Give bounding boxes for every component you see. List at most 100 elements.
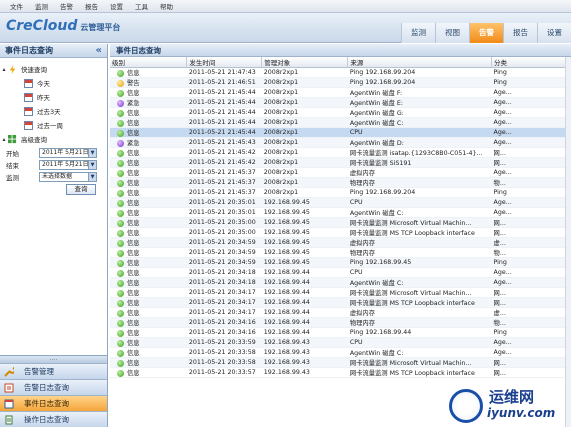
status-dot-icon (117, 369, 124, 377)
table-row[interactable]: 信息 2011-05-21 20:34:59 192.168.99.45 虚拟内存 虚.… (110, 237, 571, 248)
query-button[interactable]: 查询 (66, 184, 96, 195)
table-row[interactable]: 信息 2011-05-21 21:45:37 2008r2xp1 Ping 192.1… (110, 187, 571, 198)
cell-source: 网卡流量监测 Microsoft Virtual Machin... (347, 217, 492, 228)
menu-file[interactable]: 文件 (4, 1, 29, 11)
table-row[interactable]: 信息 2011-05-21 20:34:59 192.168.99.45 Ping 1… (110, 257, 571, 268)
tree-node-advanced[interactable]: ▴ 高级查询 (0, 132, 107, 146)
cell-source: 物理内存 (347, 317, 492, 328)
menu-report[interactable]: 报告 (79, 1, 104, 11)
table-row[interactable]: 警告 2011-05-21 21:46:51 2008r2xp1 Ping 192.1… (110, 77, 571, 88)
cell-category: 物... (491, 317, 571, 328)
cell-level: 信息 (110, 157, 187, 168)
table-row[interactable]: 信息 2011-05-21 20:35:01 192.168.99.45 CPU Age… (110, 197, 571, 208)
table-row[interactable]: 信息 2011-05-21 21:47:43 2008r2xp1 Ping 192.1… (110, 67, 571, 78)
menu-monitor[interactable]: 监测 (29, 1, 54, 11)
table-row[interactable]: 信息 2011-05-21 21:45:42 2008r2xp1 网卡流量监测 isa… (110, 147, 571, 158)
nav-tab-settings[interactable]: 设置 (537, 23, 571, 43)
tree-item-last-week[interactable]: 过去一周 (0, 118, 107, 132)
cell-level: 信息 (110, 347, 187, 358)
dropdown-arrow-icon[interactable]: ▼ (88, 172, 96, 181)
table-row[interactable]: 信息 2011-05-21 21:45:44 2008r2xp1 AgentWin 磁… (110, 117, 571, 128)
dropdown-arrow-icon[interactable]: ▼ (88, 148, 96, 157)
cell-time: 2011-05-21 21:45:43 (186, 137, 262, 148)
table-row[interactable]: 信息 2011-05-21 21:45:44 2008r2xp1 AgentWin 磁… (110, 107, 571, 118)
cell-source: 网卡流量监测 isatap.{1293C8B0-C051-4}... (347, 147, 492, 158)
cell-level: 信息 (110, 117, 187, 128)
table-row[interactable]: 信息 2011-05-21 20:33:59 192.168.99.43 CPU Age… (110, 337, 571, 348)
table-row[interactable]: 信息 2011-05-21 20:34:59 192.168.99.45 物理内存 物.… (110, 247, 571, 258)
table-row[interactable]: 信息 2011-05-21 20:34:18 192.168.99.44 CPU Age… (110, 267, 571, 278)
table-row[interactable]: 紧急 2011-05-21 21:45:44 2008r2xp1 AgentWin 磁… (110, 97, 571, 108)
table-row[interactable]: 信息 2011-05-21 20:34:18 192.168.99.44 AgentW… (110, 277, 571, 288)
calendar-icon (24, 120, 33, 130)
cell-category: Ping (491, 67, 571, 78)
level-label: 信息 (127, 70, 140, 77)
column-header-object[interactable]: 管理对象 (261, 57, 349, 68)
cell-time: 2011-05-21 21:45:37 (186, 167, 262, 178)
level-label: 紧急 (127, 100, 140, 107)
table-row[interactable]: 信息 2011-05-21 20:33:58 192.168.99.43 AgentW… (110, 347, 571, 358)
tree-item-last-3-days[interactable]: 过去3天 (0, 104, 107, 118)
nav-tab-view[interactable]: 视图 (435, 23, 469, 43)
accordion-event-log[interactable]: 事件日志查询 (0, 395, 107, 411)
column-header-category[interactable]: 分类 (491, 57, 571, 68)
column-header-level[interactable]: 级别 (110, 57, 188, 68)
menu-settings[interactable]: 设置 (104, 1, 129, 11)
dropdown-arrow-icon[interactable]: ▼ (88, 160, 96, 169)
cell-category: 网... (491, 157, 571, 168)
table-row[interactable]: 信息 2011-05-21 20:35:01 192.168.99.45 AgentW… (110, 207, 571, 218)
vertical-scrollbar[interactable] (565, 57, 571, 427)
table-row[interactable]: 信息 2011-05-21 20:34:17 192.168.99.44 网卡流量监测… (110, 297, 571, 308)
cell-source: Ping 192.168.99.204 (347, 77, 492, 88)
table-row[interactable]: 信息 2011-05-21 20:34:17 192.168.99.44 网卡流量监测… (110, 287, 571, 298)
end-date-picker[interactable]: 2011年 5月21日 ▼ (39, 159, 97, 170)
table-row[interactable]: 信息 2011-05-21 21:45:37 2008r2xp1 物理内存 物... (110, 177, 571, 188)
collapse-icon[interactable]: « (96, 45, 102, 56)
accordion-alarm-log[interactable]: 告警日志查询 (0, 379, 107, 395)
table-row[interactable]: 信息 2011-05-21 20:33:58 192.168.99.43 网卡流量监测… (110, 357, 571, 368)
table-row[interactable]: 信息 2011-05-21 20:33:57 192.168.99.43 网卡流量监测… (110, 367, 571, 378)
menu-alarm[interactable]: 告警 (54, 1, 79, 11)
table-row[interactable]: 紧急 2011-05-21 21:45:43 2008r2xp1 AgentWin 磁… (110, 137, 571, 148)
table-row[interactable]: 信息 2011-05-21 21:45:44 2008r2xp1 AgentWin 磁… (110, 87, 571, 98)
lightning-icon (9, 64, 16, 74)
column-header-time[interactable]: 发生时间 (186, 57, 263, 68)
nav-tab-report[interactable]: 报告 (503, 23, 537, 43)
nav-tab-monitor[interactable]: 监测 (401, 23, 435, 43)
cell-time: 2011-05-21 20:35:00 (186, 227, 262, 238)
tree-item-today[interactable]: 今天 (0, 76, 107, 90)
table-row[interactable]: 信息 2011-05-21 20:34:16 192.168.99.44 Ping 1… (110, 327, 571, 338)
table-row[interactable]: 信息 2011-05-21 20:34:17 192.168.99.44 虚拟内存 虚.… (110, 307, 571, 318)
cell-time: 2011-05-21 20:34:18 (186, 267, 262, 278)
expand-toggle-icon[interactable]: ▴ (0, 136, 8, 143)
menu-help[interactable]: 帮助 (154, 1, 179, 11)
nav-tab-alarm[interactable]: 告警 (469, 23, 503, 43)
calendar-icon (24, 78, 33, 88)
table-row[interactable]: 信息 2011-05-21 20:35:00 192.168.99.45 网卡流量监测… (110, 217, 571, 228)
table-row[interactable]: 信息 2011-05-21 21:45:37 2008r2xp1 虚拟内存 Age... (110, 167, 571, 178)
accordion-operation-log[interactable]: 操作日志查询 (0, 411, 107, 427)
table-row[interactable]: 信息 2011-05-21 21:45:44 2008r2xp1 CPU Age... (110, 127, 571, 138)
start-date-picker[interactable]: 2011年 5月21日 ▼ (39, 147, 97, 158)
app-logo: CreCloud 云管理平台 (6, 18, 120, 34)
monitor-select[interactable]: 未选择数据 ▼ (39, 171, 97, 182)
expand-toggle-icon[interactable]: ▴ (0, 66, 8, 73)
status-dot-icon (117, 79, 124, 87)
cell-object: 2008r2xp1 (261, 167, 348, 178)
cell-source: 网卡流量监测 Microsoft Virtual Machin... (347, 357, 492, 368)
accordion-grip[interactable]: .... (0, 355, 107, 363)
level-label: 信息 (127, 330, 140, 337)
table-row[interactable]: 信息 2011-05-21 21:45:42 2008r2xp1 网卡流量监测 SiS… (110, 157, 571, 168)
table-row[interactable]: 信息 2011-05-21 20:34:16 192.168.99.44 物理内存 物.… (110, 317, 571, 328)
menu-tools[interactable]: 工具 (129, 1, 154, 11)
cell-time: 2011-05-21 20:33:58 (186, 357, 262, 368)
column-header-source[interactable]: 来源 (347, 57, 493, 68)
tree-node-quick[interactable]: ▴ 快速查询 (0, 62, 107, 76)
status-dot-icon (117, 169, 124, 177)
tree-item-yesterday[interactable]: 昨天 (0, 90, 107, 104)
cell-object: 2008r2xp1 (261, 107, 348, 118)
status-dot-icon (117, 239, 124, 247)
cell-time: 2011-05-21 20:34:17 (186, 307, 262, 318)
accordion-alarm-management[interactable]: 告警管理 (0, 363, 107, 379)
table-row[interactable]: 信息 2011-05-21 20:35:00 192.168.99.45 网卡流量监测… (110, 227, 571, 238)
